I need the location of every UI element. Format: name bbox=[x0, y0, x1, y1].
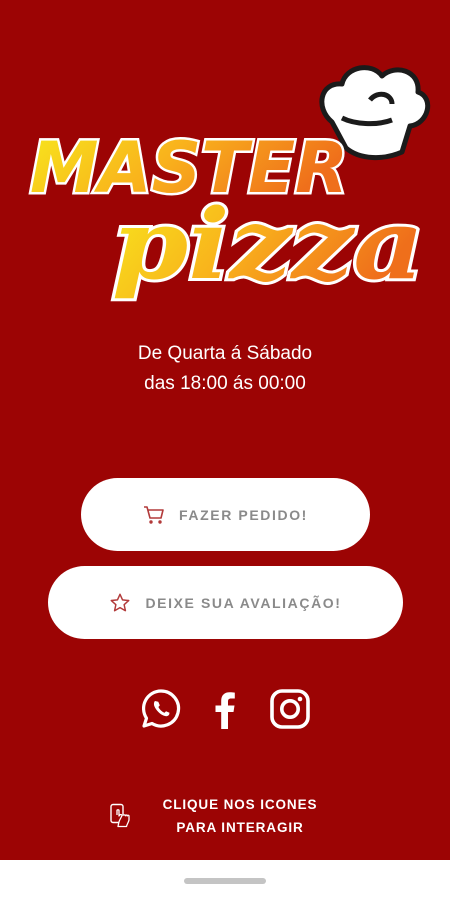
schedule-time: das 18:00 ás 00:00 bbox=[144, 373, 306, 394]
hint-text-line2: PARA INTERAGIR bbox=[176, 820, 304, 835]
order-button-label: FAZER PEDIDO! bbox=[179, 506, 308, 523]
schedule-days: De Quarta á Sábado bbox=[137, 343, 313, 364]
logo-text-pizza: pizza bbox=[112, 188, 424, 301]
facebook-icon bbox=[215, 692, 235, 729]
order-button[interactable]: FAZER PEDIDO! bbox=[81, 478, 370, 551]
instagram-icon bbox=[270, 689, 310, 729]
whatsapp-button[interactable] bbox=[138, 686, 184, 732]
system-nav-bar bbox=[0, 860, 450, 900]
star-icon bbox=[110, 593, 130, 611]
master-pizza-logo: MASTER pizza bbox=[28, 65, 431, 304]
home-gesture-handle[interactable] bbox=[184, 878, 266, 884]
tap-icon bbox=[110, 803, 130, 828]
shopping-cart-icon bbox=[144, 505, 164, 524]
hint-text-line1: CLIQUE NOS ICONES bbox=[162, 797, 318, 812]
review-button[interactable]: DEIXE SUA AVALIAÇÃO! bbox=[48, 566, 403, 639]
instagram-button[interactable] bbox=[267, 686, 313, 732]
review-button-label: DEIXE SUA AVALIAÇÃO! bbox=[145, 594, 342, 611]
facebook-button[interactable] bbox=[202, 686, 248, 732]
whatsapp-icon bbox=[141, 689, 181, 728]
